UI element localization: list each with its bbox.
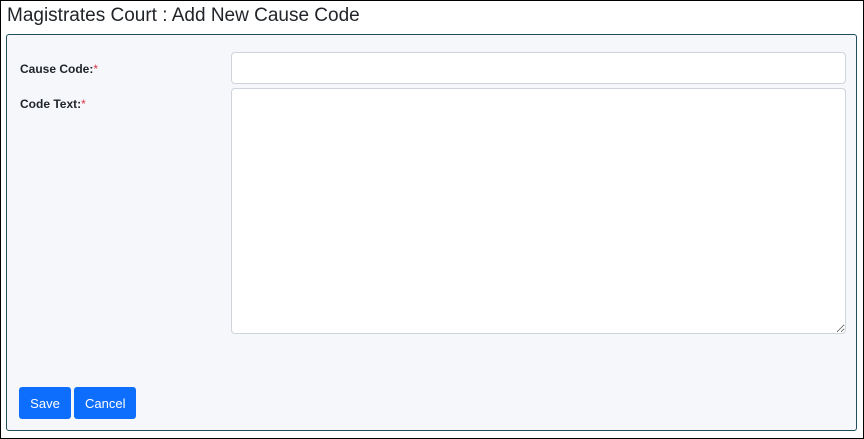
required-asterisk: * <box>93 62 99 76</box>
code-text-label-text: Code Text: <box>20 97 82 111</box>
cancel-button[interactable]: Cancel <box>74 387 136 419</box>
code-text-label: Code Text:* <box>20 97 86 111</box>
window-frame: Magistrates Court : Add New Cause Code C… <box>0 0 864 439</box>
code-text-textarea[interactable] <box>231 88 846 334</box>
cause-code-label: Cause Code:* <box>20 62 98 76</box>
page-title: Magistrates Court : Add New Cause Code <box>7 5 360 26</box>
save-button[interactable]: Save <box>19 387 71 419</box>
required-asterisk: * <box>81 97 86 111</box>
form-panel: Cause Code:* Code Text:* Save Cancel <box>6 34 857 431</box>
cause-code-label-text: Cause Code: <box>20 62 94 76</box>
cause-code-input[interactable] <box>231 52 846 84</box>
